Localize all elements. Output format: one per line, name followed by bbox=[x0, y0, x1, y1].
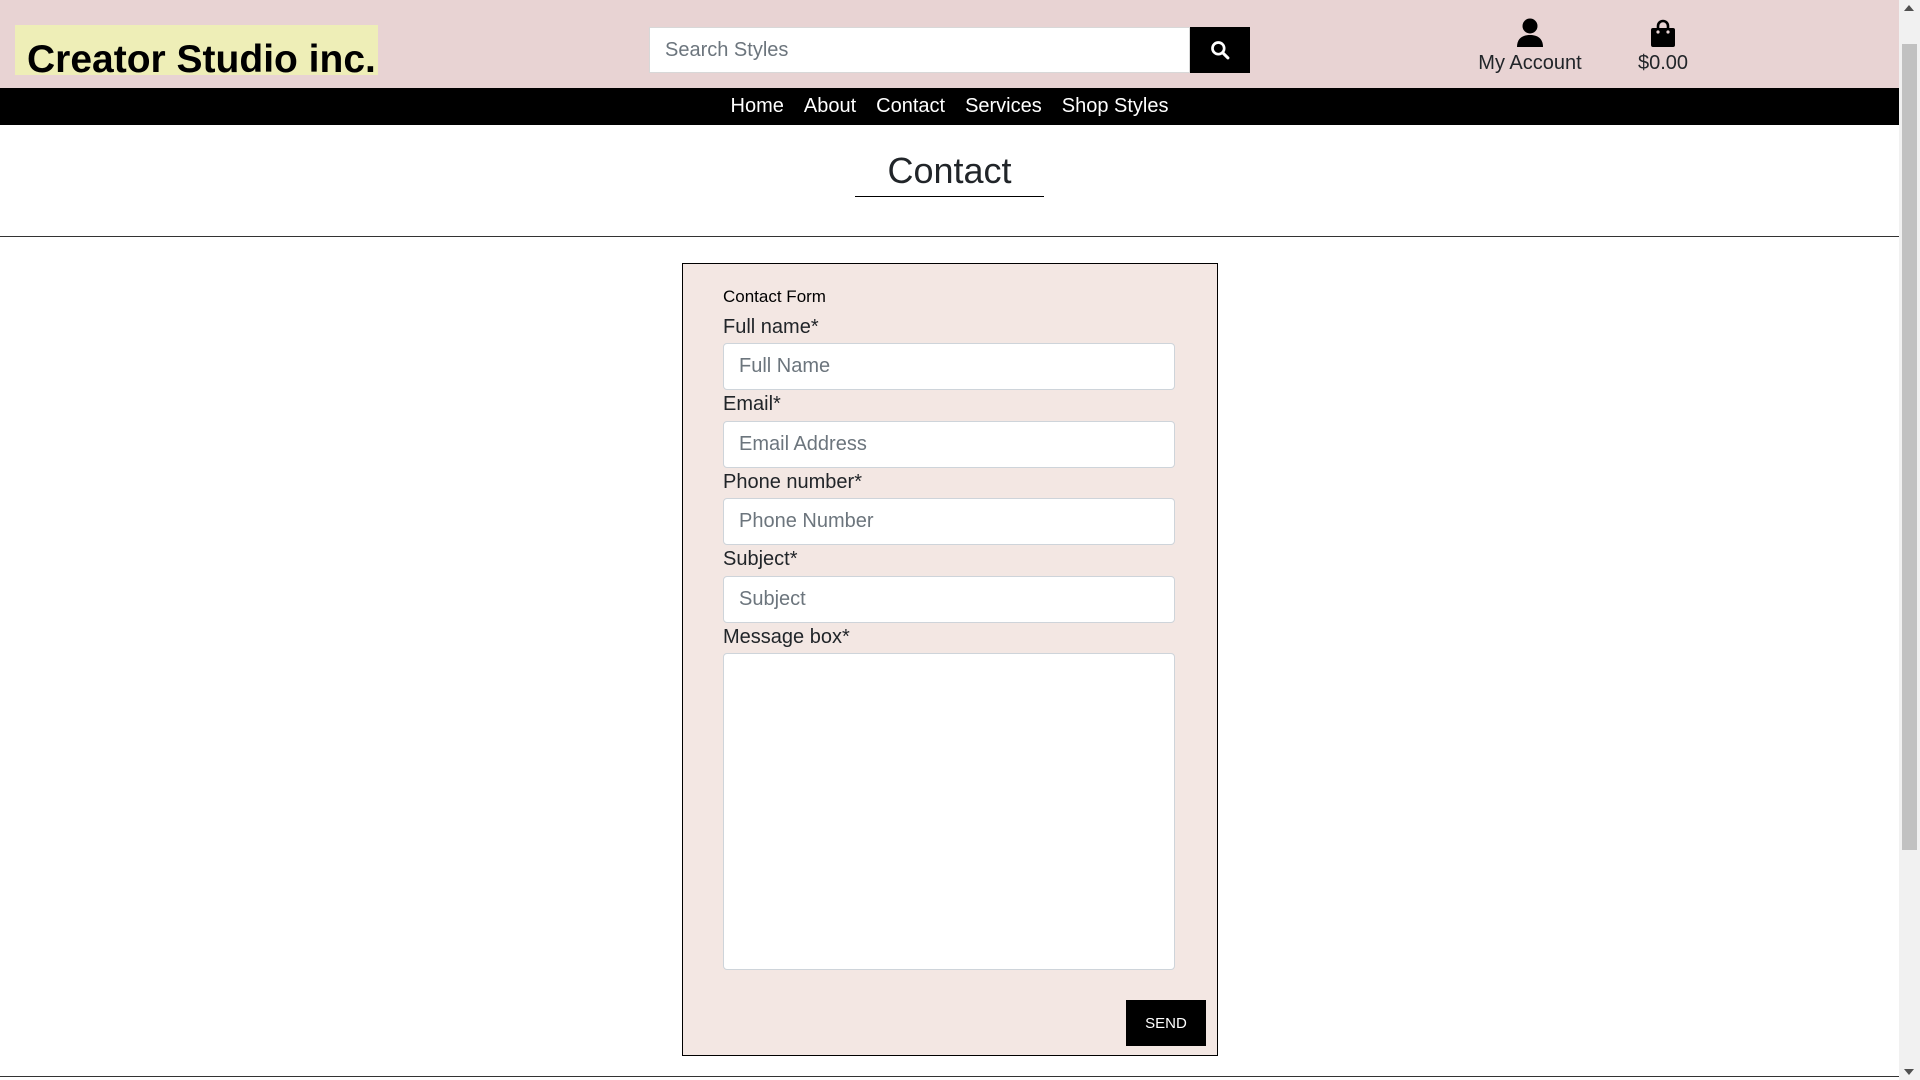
subject-label: Subject* bbox=[723, 548, 798, 570]
scroll-down-arrow-icon[interactable] bbox=[1904, 1069, 1914, 1075]
message-label: Message box* bbox=[723, 626, 850, 648]
scroll-up-arrow-icon[interactable] bbox=[1904, 5, 1914, 11]
viewport: Creator Studio inc. My Account bbox=[0, 0, 1899, 1080]
search-icon bbox=[1211, 41, 1230, 60]
my-account-label: My Account bbox=[1478, 52, 1582, 74]
site-header: Creator Studio inc. My Account bbox=[0, 0, 1899, 88]
contact-form: Contact Form Full name* Email* Phone num… bbox=[682, 263, 1218, 1056]
page-title: Contact bbox=[855, 150, 1044, 197]
section-divider-bottom bbox=[0, 1076, 1899, 1077]
main-nav: Home About Contact Services Shop Styles bbox=[0, 88, 1899, 125]
my-account-link[interactable]: My Account bbox=[1468, 18, 1592, 75]
page: Creator Studio inc. My Account bbox=[0, 0, 1920, 1080]
nav-services[interactable]: Services bbox=[965, 95, 1042, 118]
nav-shop-styles[interactable]: Shop Styles bbox=[1062, 95, 1169, 118]
full-name-input[interactable] bbox=[723, 343, 1175, 390]
section-divider-top bbox=[0, 236, 1899, 237]
full-name-label: Full name* bbox=[723, 316, 819, 338]
brand-name[interactable]: Creator Studio inc. bbox=[27, 40, 376, 79]
phone-label: Phone number* bbox=[723, 471, 862, 493]
form-caption: Contact Form bbox=[723, 287, 826, 306]
send-button[interactable]: SEND bbox=[1126, 1000, 1206, 1046]
search-input[interactable] bbox=[649, 27, 1190, 73]
search-button[interactable] bbox=[1190, 27, 1250, 73]
email-input[interactable] bbox=[723, 421, 1175, 468]
cart-link[interactable]: $0.00 bbox=[1628, 18, 1698, 75]
nav-home[interactable]: Home bbox=[731, 95, 784, 118]
nav-about[interactable]: About bbox=[804, 95, 856, 118]
message-textarea[interactable] bbox=[723, 653, 1175, 970]
subject-input[interactable] bbox=[723, 576, 1175, 623]
user-icon bbox=[1517, 18, 1543, 47]
nav-contact[interactable]: Contact bbox=[876, 95, 945, 118]
email-label: Email* bbox=[723, 393, 781, 415]
shopping-bag-icon bbox=[1651, 19, 1675, 47]
phone-input[interactable] bbox=[723, 498, 1175, 545]
page-title-wrap: Contact bbox=[0, 150, 1899, 197]
scroll-thumb[interactable] bbox=[1902, 44, 1917, 850]
brand-logo[interactable]: Creator Studio inc. bbox=[15, 25, 378, 79]
cart-total: $0.00 bbox=[1637, 52, 1689, 74]
vertical-scrollbar[interactable] bbox=[1899, 0, 1920, 1080]
